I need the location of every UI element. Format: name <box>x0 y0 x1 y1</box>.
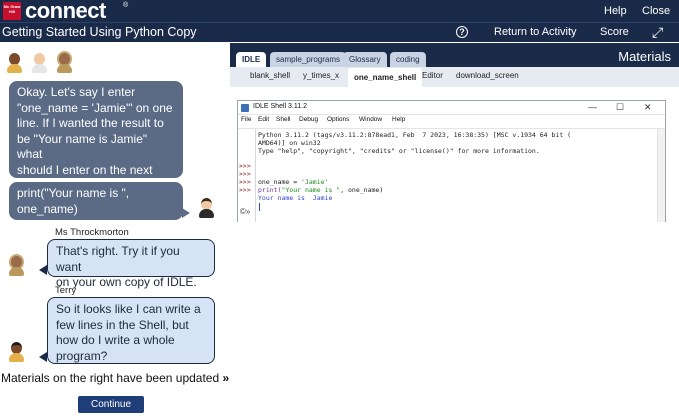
avatar-teacher <box>56 53 72 73</box>
chat-bubble-tutor: So it looks like I can write a few lines… <box>47 297 215 364</box>
chat-bubble-tutor: That's right. Try it if you want on your… <box>47 239 215 289</box>
activity-bar: Getting Started Using Python Copy ? Retu… <box>0 22 679 42</box>
text-cursor <box>259 203 260 211</box>
shell-banner-line: Python 3.11.2 (tags/v3.11.2:878ead1, Feb… <box>258 131 572 139</box>
materials-updated-text: Materials on the right have been updated <box>1 371 220 385</box>
close-link[interactable]: Close <box>642 5 670 17</box>
chat-line: Okay. Let's say I enter <box>17 85 136 99</box>
prompt-gutter: >>> >>> >>> >>> ©» <box>238 129 256 222</box>
idle-menu-bar: File Edit Shell Debug Options Window Hel… <box>238 116 665 127</box>
speaker-name: Ms Throckmorton <box>55 227 129 238</box>
menu-options[interactable]: Options <box>327 116 349 123</box>
chat-line: program? <box>56 348 108 363</box>
bubble-tail <box>39 352 47 362</box>
expand-icon[interactable]: ⤢ <box>652 24 663 41</box>
subtab-one-name-shell[interactable]: one_name_shell <box>348 68 423 87</box>
shell-banner-line: AMD64)] on win32 <box>258 139 321 147</box>
tab-glossary[interactable]: Glossary <box>343 52 387 67</box>
avatar-student-dark <box>6 53 22 73</box>
help-circle-icon[interactable]: ? <box>456 26 468 38</box>
shell-prompt: >>> <box>239 186 251 194</box>
avatar-student-dark <box>8 342 24 362</box>
chat-line: That's right. Try it if you want <box>56 244 180 274</box>
shell-prompt: >>> <box>239 178 251 186</box>
idle-shell-window: IDLE Shell 3.11.2 — ☐ ✕ File Edit Shell … <box>237 100 666 222</box>
maximize-icon[interactable]: ☐ <box>616 102 624 113</box>
shell-output[interactable]: >>> >>> >>> >>> ©» Python 3.11.2 (tags/v… <box>238 128 665 222</box>
tab-idle[interactable]: IDLE <box>236 52 267 67</box>
registered-mark: ® <box>123 2 129 9</box>
shell-input-print: print("Your name is ", one_name) <box>258 186 384 194</box>
materials-panel: IDLE sample_programs Glossary coding Mat… <box>230 43 679 224</box>
subtab-y-times-x[interactable]: y_times_x <box>303 71 339 80</box>
shell-input-assign: one_name = 'Jamie' <box>258 178 329 186</box>
chat-bubble-student: Okay. Let's say I enter "one_name = 'Jam… <box>9 81 183 192</box>
chat-line: should I enter on the next <box>17 162 153 177</box>
shell-banner-line: Type "help", "copyright", "credits" or "… <box>258 147 540 155</box>
menu-window[interactable]: Window <box>359 116 382 123</box>
subtab-bar: blank_shell y_times_x one_name_shell Edi… <box>230 67 679 87</box>
bubble-tail <box>39 265 47 275</box>
chat-bubble-student: print("Your name is ", one_name) <box>9 182 183 220</box>
avatar-student-light <box>198 198 214 218</box>
python-logo-icon <box>241 104 249 112</box>
menu-debug[interactable]: Debug <box>299 116 318 123</box>
chat-line: "one_name = 'Jamie'" on one <box>17 100 173 115</box>
help-link[interactable]: Help <box>604 5 627 17</box>
minimize-icon[interactable]: — <box>588 102 597 112</box>
shell-prompt: >>> <box>239 170 251 178</box>
avatar-teacher <box>8 256 24 276</box>
idle-window-title: IDLE Shell 3.11.2 <box>253 103 307 110</box>
materials-content: IDLE Shell 3.11.2 — ☐ ✕ File Edit Shell … <box>230 87 679 224</box>
shell-prompt: >>> <box>239 162 251 170</box>
menu-file[interactable]: File <box>241 116 251 123</box>
top-bar: Mc Graw Hill connect ® Help Close <box>0 0 679 23</box>
chat-line: on your own copy of IDLE. <box>56 275 197 289</box>
chat-line: few lines in the Shell, but <box>56 317 189 332</box>
menu-help[interactable]: Help <box>392 116 405 123</box>
close-icon[interactable]: ✕ <box>644 102 652 113</box>
shell-result-line: Your name is Jamie <box>258 194 333 202</box>
continue-button[interactable]: Continue <box>78 396 144 413</box>
tab-sample-programs[interactable]: sample_programs <box>270 52 347 67</box>
mcgraw-hill-logo: Mc Graw Hill <box>3 2 21 20</box>
menu-shell[interactable]: Shell <box>276 116 290 123</box>
chat-line: print("Your name is ", <box>17 186 130 200</box>
avatar-student-light <box>31 53 47 73</box>
chat-line: how do I write a whole <box>56 333 175 347</box>
shell-scrollbar[interactable] <box>657 129 665 222</box>
double-chevron-icon: » <box>222 371 230 385</box>
chat-line: line. If I wanted the result to <box>17 116 164 130</box>
chat-line: be "Your name is Jamie" what <box>17 131 148 162</box>
subtab-editor[interactable]: Editor <box>422 71 443 80</box>
idle-title-bar: IDLE Shell 3.11.2 — ☐ ✕ <box>238 101 665 115</box>
materials-title: Materials <box>618 49 671 64</box>
speaker-name: Terry <box>55 285 77 296</box>
debug-marker-icon: ©» <box>240 207 251 216</box>
return-to-activity-link[interactable]: Return to Activity <box>494 26 577 38</box>
chat-line: So it looks like I can write a <box>56 302 201 316</box>
connect-brand: connect <box>25 0 106 23</box>
subtab-blank-shell[interactable]: blank_shell <box>250 71 290 80</box>
menu-edit[interactable]: Edit <box>258 116 269 123</box>
activity-title: Getting Started Using Python Copy <box>2 25 197 39</box>
subtab-download-screen[interactable]: download_screen <box>456 71 519 80</box>
materials-updated-notice: Materials on the right have been updated… <box>1 371 229 385</box>
bubble-tail <box>182 208 190 218</box>
score-link[interactable]: Score <box>600 26 629 38</box>
tab-coding[interactable]: coding <box>390 52 426 67</box>
chat-line: one_name) <box>17 201 78 216</box>
